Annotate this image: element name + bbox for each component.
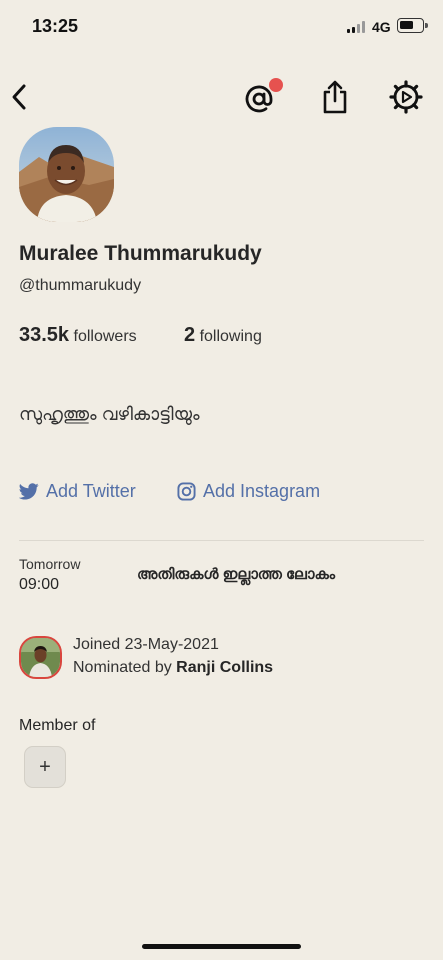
home-indicator[interactable]: [142, 944, 301, 949]
following-stat[interactable]: 2 following: [184, 324, 262, 347]
followers-stat[interactable]: 33.5k followers: [19, 324, 137, 347]
battery-icon: [397, 18, 428, 33]
event-time: 09:00: [19, 576, 60, 593]
profile-name: Muralee Thummarukudy: [19, 242, 262, 265]
cellular-signal-icon: [347, 21, 367, 33]
settings-button[interactable]: [388, 79, 424, 115]
nominator-avatar[interactable]: [19, 636, 62, 679]
share-icon: [323, 80, 347, 114]
add-instagram-link[interactable]: Add Instagram: [177, 481, 320, 502]
following-label: following: [199, 328, 262, 345]
instagram-icon: [177, 482, 196, 501]
add-twitter-link[interactable]: Add Twitter: [19, 481, 136, 502]
followers-label: followers: [73, 328, 137, 345]
event-title: അതിരുകൾ ഇല്ലാത്ത ലോകം: [137, 566, 336, 583]
notification-badge: [269, 78, 283, 92]
divider: [19, 540, 424, 541]
gear-icon: [389, 80, 423, 114]
profile-avatar[interactable]: [19, 127, 114, 222]
twitter-bird-icon: [19, 483, 39, 500]
profile-bio: സുഹൃത്തും വഴികാട്ടിയും: [19, 404, 200, 424]
joined-date: Joined 23-May-2021: [73, 636, 219, 653]
mentions-button[interactable]: [243, 78, 283, 116]
nominator-name-link[interactable]: Ranji Collins: [176, 659, 273, 676]
share-button[interactable]: [318, 78, 352, 116]
event-day: Tomorrow: [19, 556, 81, 572]
back-button[interactable]: [6, 80, 34, 114]
nominated-prefix: Nominated by: [73, 659, 172, 676]
nominated-by: Nominated by Ranji Collins: [73, 659, 273, 677]
status-time: 13:25: [32, 16, 79, 36]
member-of-heading: Member of: [19, 717, 96, 734]
add-instagram-label: Add Instagram: [203, 481, 321, 501]
network-type: 4G: [372, 19, 391, 35]
add-twitter-label: Add Twitter: [46, 481, 136, 501]
followers-count: 33.5k: [19, 324, 70, 346]
add-club-button[interactable]: +: [24, 746, 66, 788]
chevron-left-icon: [12, 84, 26, 110]
profile-handle: @thummarukudy: [19, 277, 142, 294]
following-count: 2: [184, 324, 196, 346]
